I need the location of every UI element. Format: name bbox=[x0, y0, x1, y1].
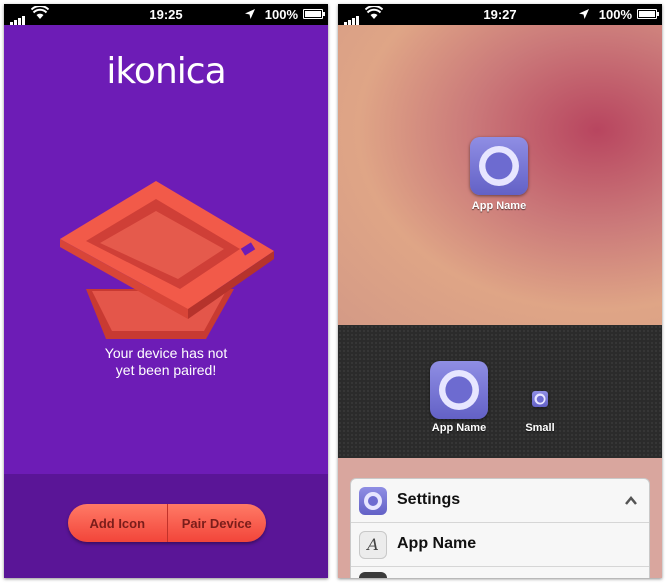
empty-tray-icon bbox=[60, 181, 274, 339]
settings-header-row[interactable]: Settings bbox=[351, 479, 649, 523]
bottom-toolbar: Add Icon Pair Device bbox=[4, 474, 328, 578]
app-icon-label: App Name bbox=[471, 200, 527, 212]
dock-preview: App Name Small bbox=[338, 325, 662, 458]
status-bar: 19:27 100% bbox=[338, 4, 662, 25]
chat-bubble-icon bbox=[479, 146, 519, 186]
homescreen-preview: App Name bbox=[338, 25, 662, 325]
status-bar: 19:25 100% bbox=[4, 4, 328, 25]
add-icon-button[interactable]: Add Icon bbox=[68, 504, 167, 542]
chat-bubble-icon bbox=[534, 393, 546, 405]
app-logo: ikonica bbox=[106, 51, 226, 92]
battery-percent: 100% bbox=[598, 7, 632, 22]
text-style-icon: A bbox=[359, 531, 387, 559]
app-icon-small-label: Small bbox=[525, 422, 555, 434]
location-arrow-icon bbox=[579, 9, 589, 19]
pairing-message: Your device has not yet been paired! bbox=[4, 345, 328, 379]
pair-device-button[interactable]: Pair Device bbox=[168, 504, 267, 542]
message-line-2: yet been paired! bbox=[115, 362, 217, 378]
app-icon-large-label: App Name bbox=[431, 422, 487, 434]
location-arrow-icon bbox=[245, 9, 255, 19]
app-icon-small[interactable] bbox=[532, 391, 548, 407]
message-line-1: Your device has not bbox=[104, 345, 228, 361]
chat-bubble-icon bbox=[439, 370, 479, 410]
settings-row-app-name[interactable]: A App Name bbox=[351, 523, 649, 567]
settings-preview: Settings A App Name bbox=[338, 458, 662, 578]
chevron-up-icon[interactable] bbox=[625, 495, 637, 507]
settings-row-label: App Name bbox=[397, 535, 477, 552]
app-icon-large[interactable] bbox=[430, 361, 488, 419]
phone-screen-left: 19:25 100% ikonica Your device has not y… bbox=[4, 4, 328, 578]
settings-panel: Settings A App Name bbox=[350, 478, 650, 578]
next-row-icon bbox=[359, 572, 387, 578]
phone-screen-right: 19:27 100% App Name App Name Small Setti… bbox=[338, 4, 662, 578]
battery-percent: 100% bbox=[264, 7, 298, 22]
main-area: ikonica Your device has not yet been pai… bbox=[4, 25, 328, 578]
action-button-group: Add Icon Pair Device bbox=[68, 504, 266, 542]
battery-icon bbox=[303, 9, 325, 19]
battery-icon bbox=[637, 9, 659, 19]
settings-app-icon bbox=[359, 487, 387, 515]
settings-title: Settings bbox=[397, 491, 461, 508]
app-icon-preview[interactable] bbox=[470, 137, 528, 195]
